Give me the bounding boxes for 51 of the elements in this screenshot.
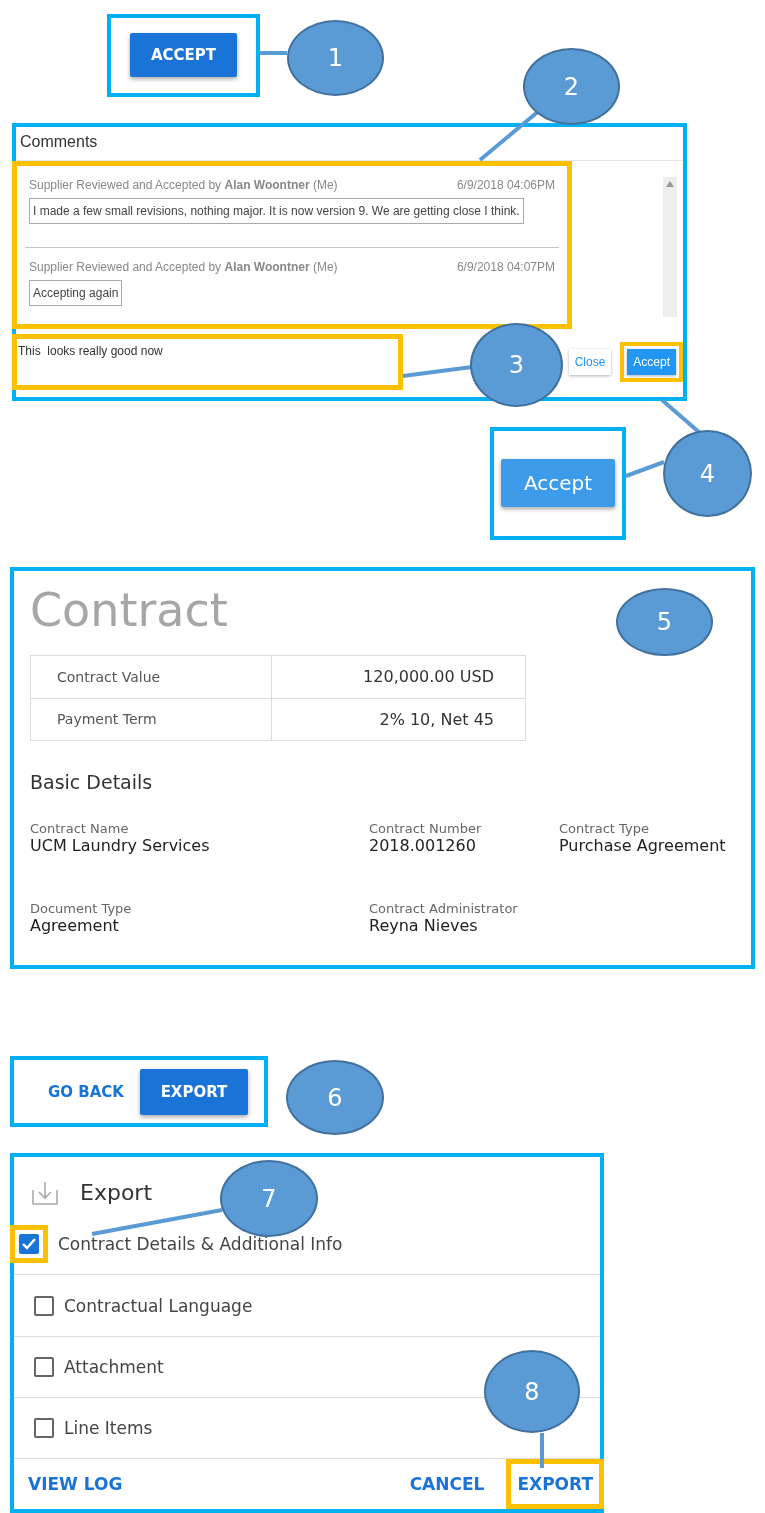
view-log-link[interactable]: VIEW LOG [22,1474,129,1494]
panel-title: Export [80,1180,152,1206]
download-icon [32,1180,58,1205]
leader-line [625,460,665,478]
checkbox[interactable] [34,1356,54,1377]
page-title: Contract [30,582,228,639]
field-value: Reyna Nieves [369,915,479,935]
table-cell-text: 120,000.00 USD [362,666,495,689]
accept-button[interactable]: Accept [501,459,615,508]
field-label: Document Type [30,900,133,916]
field-value: Purchase Agreement [559,835,727,855]
export-button[interactable]: EXPORT [139,1068,248,1115]
callout-marker: 1 [287,20,384,96]
leader-line [402,365,473,378]
field-value: Agreement [30,915,119,935]
go-back-button[interactable]: GO BACK [42,1082,130,1101]
section-title: Basic Details [30,770,154,793]
field-label: Contract Type [559,820,650,836]
table-cell: Payment Term [31,698,272,740]
callout-marker: 2 [523,48,620,125]
scrollbar[interactable] [663,176,677,317]
option-label: Line Items [64,1417,153,1438]
field-label: Contract Number [369,820,483,836]
cancel-button[interactable]: CANCEL [403,1474,491,1494]
export-button[interactable]: EXPORT [511,1474,599,1494]
checkbox[interactable] [19,1234,39,1255]
panel-title: Comments [16,126,683,161]
comment-timestamp: 6/9/2018 04:07PM [456,259,555,274]
field-label: Contract Name [30,820,130,836]
option-label: Contract Details & Additional Info [58,1234,343,1255]
comment-text: I made a few small revisions, nothing major. It is now version 9. We are getting close I think. [29,197,524,224]
close-button[interactable]: Close [568,348,612,375]
comment-text: Accepting again [29,279,123,306]
field-label: Contract Administrator [369,900,519,916]
leader-line [260,51,287,55]
leader-line [540,1433,544,1468]
callout-marker: 6 [286,1060,384,1135]
comment-header: Supplier Reviewed and Accepted by Alan Woontner (Me) [29,259,338,274]
option-label: Attachment [64,1356,164,1377]
option-label: Contractual Language [64,1295,253,1316]
comment-header: Supplier Reviewed and Accepted by Alan Woontner (Me) [29,177,338,192]
field-value: 2018.001260 [369,835,477,855]
accept-button[interactable]: ACCEPT [130,33,237,78]
comment-timestamp: 6/9/2018 04:06PM [456,177,555,192]
table-cell: Contract Value [31,655,272,698]
accept-button[interactable]: Accept [627,348,676,375]
table-cell-text: 2% 10, Net 45 [378,708,495,731]
checkbox[interactable] [34,1295,54,1316]
checkbox[interactable] [34,1417,54,1438]
callout-marker: 4 [663,430,752,517]
field-value: UCM Laundry Services [30,835,211,855]
